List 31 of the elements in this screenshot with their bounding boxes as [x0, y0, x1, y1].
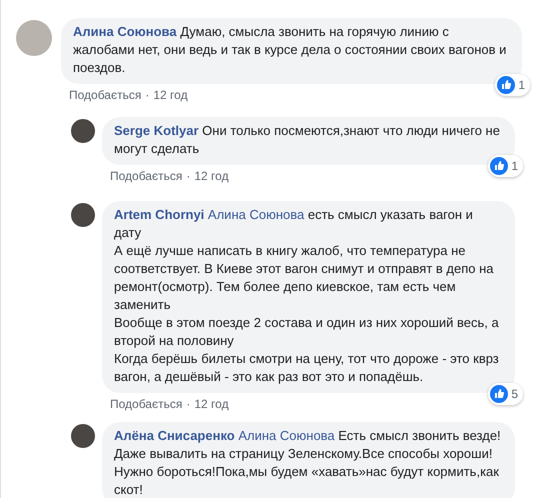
- comment-text: Алёна Снисаренко Алина Союнова Есть смысл звонить везде!Даже вывалить на страницу Зеленскому.Все способы хороши!Нужно бороться!Пока,мы будем «хавать»нас будут кормить,как скот!: [114, 427, 502, 498]
- separator-dot: ·: [186, 168, 190, 184]
- author-link[interactable]: Алёна Снисаренко: [114, 428, 235, 443]
- like-link[interactable]: Подобається: [110, 396, 182, 412]
- thumbs-up-icon: [490, 157, 508, 175]
- reaction-count: 1: [518, 77, 525, 94]
- mention-link[interactable]: Алина Союнова: [238, 428, 335, 443]
- avatar[interactable]: [71, 424, 95, 448]
- comment-text: Artem Chornyi Алина Союнова есть смысл указать вагон и дату А ещё лучше написать в книгу жалоб, что температура не соответствует. В Киеве этот вагон снимут и отправят в депо на ремонт(осмотр). Тем более депо киевское, там есть чем заменить Вообще в этом поезде 2 состава и один из них хороший весь, а второй на половину Когда берёшь билеты смотри на цену, тот что дороже - это кврз вагон, а дешёвый - это как раз вот это и попадёшь.: [114, 206, 500, 386]
- avatar[interactable]: [71, 119, 95, 143]
- reaction-count: 1: [511, 158, 518, 175]
- thumbs-up-icon: [497, 76, 516, 94]
- mention-link[interactable]: Алина Союнова: [208, 207, 304, 222]
- timestamp[interactable]: 12 год: [194, 396, 229, 412]
- reaction-badge[interactable]: 1: [488, 155, 523, 177]
- author-link[interactable]: Serge Kotlyar: [114, 123, 199, 138]
- reaction-count: 5: [511, 386, 518, 403]
- thumbs-up-icon: [490, 385, 508, 403]
- comment-text: Алина Союнова Думаю, смысла звонить на горячую линию с жалобами нет, они ведь и так в курсе дела о состоянии своих вагонов и поездов.: [73, 23, 508, 77]
- separator-dot: ·: [145, 87, 150, 103]
- author-link[interactable]: Алина Союнова: [73, 24, 177, 39]
- timestamp[interactable]: 12 год: [153, 87, 188, 103]
- like-link[interactable]: Подобається: [69, 87, 142, 103]
- reaction-badge[interactable]: 5: [488, 383, 523, 405]
- avatar[interactable]: [71, 203, 95, 227]
- reaction-badge[interactable]: 1: [495, 74, 530, 96]
- separator-dot: ·: [186, 396, 190, 412]
- author-link[interactable]: Artem Chornyi: [114, 207, 204, 222]
- comment-text: Serge Kotlyar Они только посмеются,знают что люди ничего не могут сделать: [114, 122, 501, 158]
- timestamp[interactable]: 12 год: [194, 168, 229, 184]
- like-link[interactable]: Подобається: [110, 168, 182, 184]
